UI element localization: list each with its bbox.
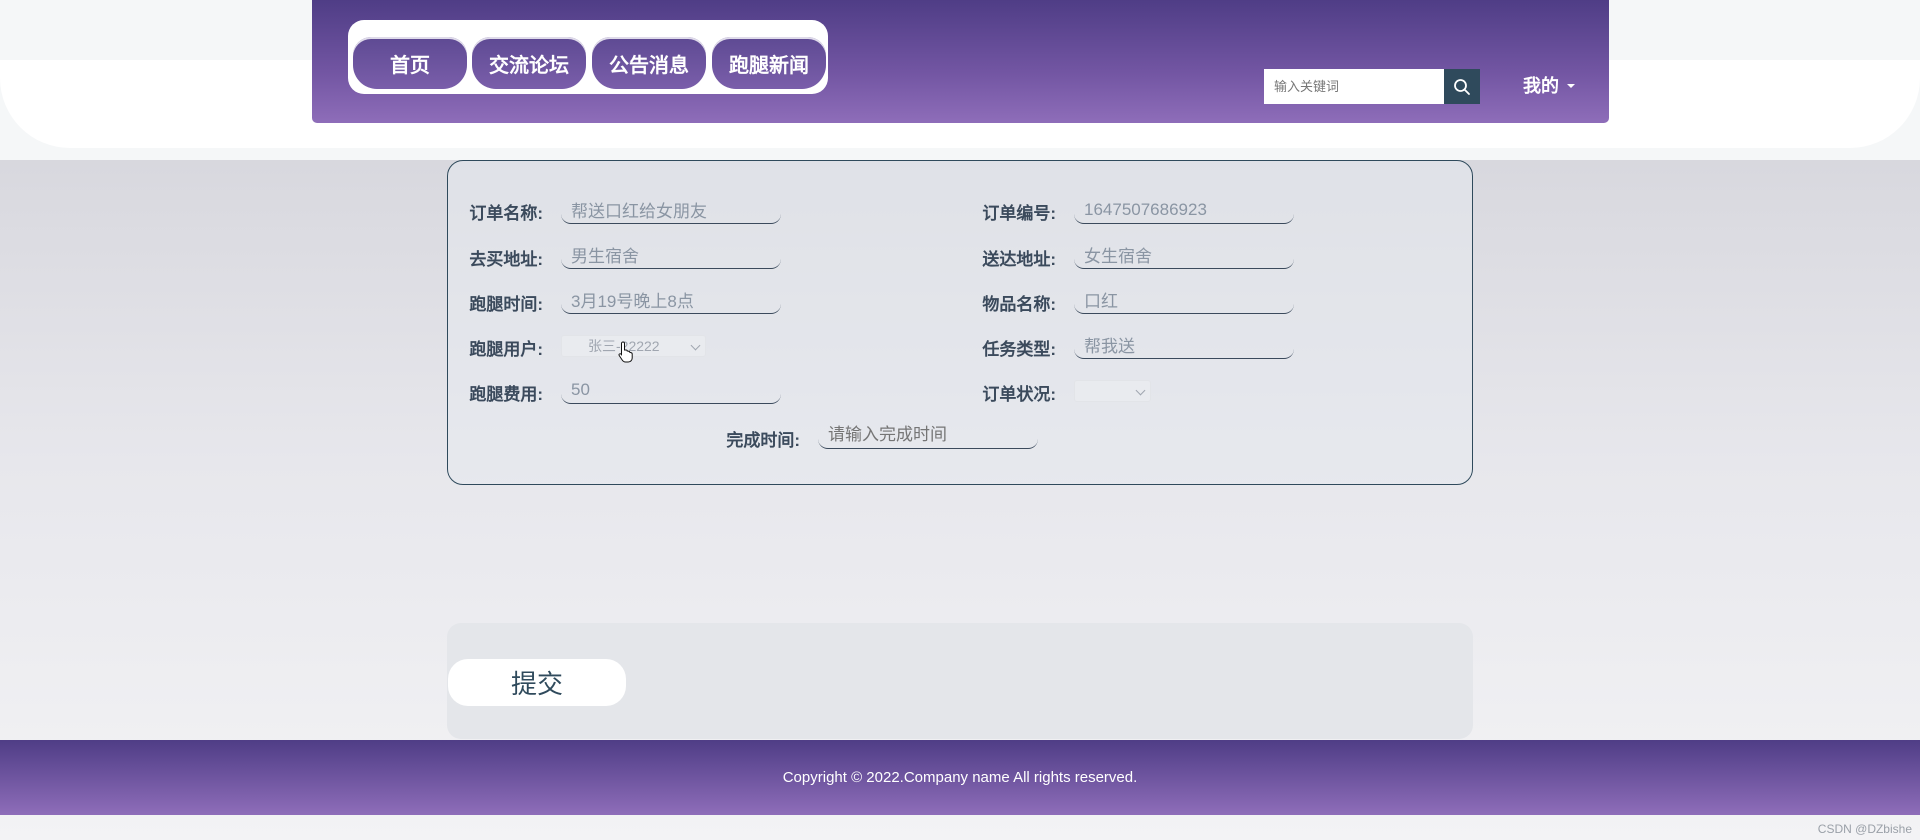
finish-time-input[interactable] [818,421,1038,449]
watermark-text: CSDN @DZbishe [1817,822,1912,836]
order-name-label: 订单名称: [469,204,543,223]
deliver-address-label: 送达地址: [982,250,1056,269]
order-status-select[interactable] [1074,380,1151,402]
search-icon [1454,78,1470,95]
site-footer: Copyright © 2022.Company name All rights… [0,740,1920,815]
nav-item-home[interactable]: 首页 [353,37,467,89]
copyright-text: Copyright © 2022.Company name All rights… [782,769,1138,786]
search-input[interactable] [1264,69,1444,104]
run-time-field[interactable]: 3月19号晚上8点 [561,286,781,314]
hand-cursor-icon [618,341,633,363]
nav-item-news[interactable]: 跑腿新闻 [712,37,826,89]
task-type-field[interactable]: 帮我送 [1074,331,1294,359]
order-name-field[interactable]: 帮送口红给女朋友 [561,196,781,224]
order-status-label: 订单状况: [982,385,1056,404]
buy-address-field[interactable]: 男生宿舍 [561,241,781,269]
order-no-label: 订单编号: [982,204,1056,223]
user-menu[interactable]: 我的 [1523,72,1575,98]
run-time-label: 跑腿时间: [469,295,543,314]
order-no-field[interactable]: 1647507686923 [1074,196,1294,224]
nav-item-forum[interactable]: 交流论坛 [472,37,586,89]
deliver-address-field[interactable]: 女生宿舍 [1074,241,1294,269]
submit-button[interactable]: 提交 [448,659,626,706]
fee-label: 跑腿费用: [469,385,543,404]
fee-field[interactable]: 50 [561,376,781,404]
search-button[interactable] [1444,69,1480,104]
buy-address-label: 去买地址: [469,250,543,269]
item-name-label: 物品名称: [982,295,1056,314]
chevron-down-icon [1135,385,1146,396]
run-user-label: 跑腿用户: [469,340,543,359]
nav-item-notice[interactable]: 公告消息 [592,37,706,89]
finish-time-label: 完成时间: [726,431,800,450]
chevron-down-icon [690,340,701,351]
item-name-field[interactable]: 口红 [1074,286,1294,314]
task-type-label: 任务类型: [982,340,1056,359]
caret-down-icon [1567,84,1575,88]
user-menu-label: 我的 [1523,76,1559,96]
